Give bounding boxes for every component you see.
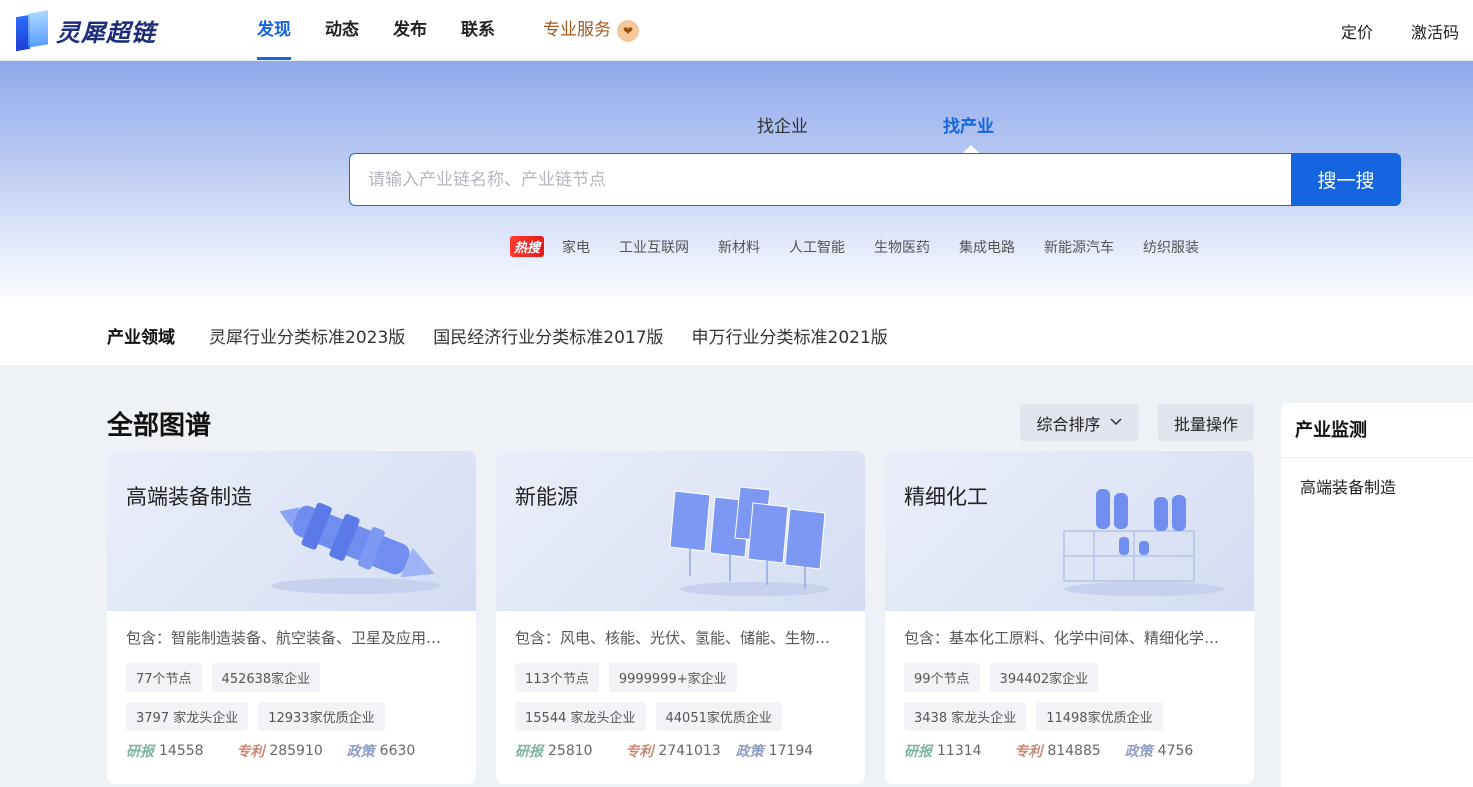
industry-classification-bar: 产业领域 灵犀行业分类标准2023版 国民经济行业分类标准2017版 申万行业分… — [0, 305, 1473, 365]
top-navbar: 灵犀超链 发现 动态 发布 联系 专业服务 ❤ 定价 激活码 — [0, 0, 1473, 61]
card-title: 新能源 — [515, 485, 578, 509]
policies-count: 17194 — [768, 743, 814, 759]
batch-operation-button[interactable]: 批量操作 — [1158, 404, 1254, 441]
search-tabs: 找企业 找产业 — [757, 112, 1129, 153]
classification-item[interactable]: 国民经济行业分类标准2017版 — [433, 323, 663, 348]
hot-search-row: 热搜 家电 工业互联网 新材料 人工智能 生物医药 集成电路 新能源汽车 纺织服… — [510, 236, 1228, 257]
card-description: 包含：风电、核能、光伏、氢能、储能、生物… — [515, 629, 831, 647]
node-count-chip: 77个节点 — [126, 663, 202, 692]
industry-card[interactable]: 精细化工 包含：基本化工原料、化学中间体、精细化学… 99个节点 394402家… — [885, 451, 1254, 784]
equipment-illustration-icon — [271, 502, 441, 594]
logo-icon — [16, 10, 50, 52]
activation-code-link[interactable]: 激活码 — [1411, 19, 1459, 43]
hot-item[interactable]: 集成电路 — [959, 237, 1015, 257]
node-count-chip: 113个节点 — [515, 663, 599, 692]
quality-count-chip: 44051家优质企业 — [655, 702, 782, 731]
hot-item[interactable]: 工业互联网 — [619, 237, 689, 257]
nav-discover[interactable]: 发现 — [240, 0, 308, 61]
card-header: 新能源 — [496, 451, 865, 611]
industry-monitor-panel: 产业监测 高端装备制造 — [1281, 403, 1473, 787]
patents-count: 2741013 — [658, 743, 721, 759]
card-description: 包含：智能制造装备、航空装备、卫星及应用… — [126, 629, 442, 647]
search-input[interactable] — [349, 153, 1291, 206]
card-title: 精细化工 — [904, 485, 988, 509]
hot-item[interactable]: 生物医药 — [874, 237, 930, 257]
hot-item[interactable]: 人工智能 — [789, 237, 845, 257]
hot-item[interactable]: 纺织服装 — [1143, 237, 1199, 257]
monitor-item[interactable]: 高端装备制造 — [1281, 458, 1473, 498]
leader-count-chip: 15544 家龙头企业 — [515, 702, 646, 731]
card-description: 包含：基本化工原料、化学中间体、精细化学… — [904, 629, 1220, 647]
policies-label: 政策 — [735, 744, 764, 760]
company-count-chip: 9999999+家企业 — [608, 663, 737, 692]
search-box: 搜一搜 — [349, 153, 1401, 206]
chevron-down-icon — [1109, 413, 1123, 432]
quality-count-chip: 11498家优质企业 — [1036, 702, 1163, 731]
classification-item[interactable]: 申万行业分类标准2021版 — [692, 323, 888, 348]
search-button[interactable]: 搜一搜 — [1291, 153, 1401, 206]
section-title: 全部图谱 — [107, 411, 212, 441]
tab-find-company[interactable]: 找企业 — [757, 112, 943, 137]
company-count-chip: 452638家企业 — [211, 663, 321, 692]
card-title: 高端装备制造 — [126, 485, 252, 509]
hero-search-section: 找企业 找产业 搜一搜 热搜 家电 工业互联网 新材料 人工智能 生物医药 集成… — [0, 61, 1473, 305]
policies-label: 政策 — [1124, 744, 1153, 760]
patents-label: 专利 — [236, 744, 265, 760]
card-header: 高端装备制造 — [107, 451, 476, 611]
industry-card[interactable]: 高端装备制造 包含：智能制造装备、航空装备、卫星及应用… 77个节点 45263… — [107, 451, 476, 784]
patents-label: 专利 — [625, 744, 654, 760]
reports-count: 11314 — [937, 743, 982, 759]
nav-pro-label: 专业服务 — [543, 20, 611, 40]
reports-count: 14558 — [159, 743, 204, 759]
patents-count: 285910 — [269, 743, 323, 759]
reports-label: 研报 — [126, 744, 154, 760]
leader-count-chip: 3797 家龙头企业 — [126, 702, 249, 731]
card-header: 精细化工 — [885, 451, 1254, 611]
nav-news[interactable]: 动态 — [308, 0, 376, 61]
policies-count: 4756 — [1157, 743, 1194, 759]
solar-panel-illustration-icon — [669, 486, 830, 596]
patents-count: 814885 — [1047, 743, 1101, 759]
nav-pro-service[interactable]: 专业服务 ❤ — [526, 0, 656, 61]
chemical-plant-illustration-icon — [1063, 489, 1224, 596]
brand-logo[interactable]: 灵犀超链 — [16, 8, 156, 52]
leader-count-chip: 3438 家龙头企业 — [904, 702, 1027, 731]
sort-dropdown[interactable]: 综合排序 — [1020, 404, 1139, 441]
brand-name: 灵犀超链 — [56, 18, 156, 47]
hot-item[interactable]: 家电 — [562, 237, 590, 257]
patents-label: 专利 — [1014, 744, 1043, 760]
quality-count-chip: 12933家优质企业 — [258, 702, 385, 731]
policies-label: 政策 — [346, 744, 375, 760]
company-count-chip: 394402家企业 — [989, 663, 1099, 692]
reports-label: 研报 — [904, 744, 932, 760]
nav-contact[interactable]: 联系 — [444, 0, 512, 61]
sort-label: 综合排序 — [1036, 414, 1101, 434]
side-panel-title: 产业监测 — [1281, 403, 1473, 458]
tab-find-industry[interactable]: 找产业 — [943, 112, 1129, 153]
heart-badge-icon: ❤ — [617, 19, 639, 42]
policies-count: 6630 — [379, 743, 416, 759]
hot-item[interactable]: 新能源汽车 — [1044, 237, 1114, 257]
industry-card[interactable]: 新能源 包含：风电、核能、光伏、氢能、储能、生物… 113个节点 9999999… — [496, 451, 865, 784]
pricing-link[interactable]: 定价 — [1341, 19, 1373, 43]
nav-publish[interactable]: 发布 — [376, 0, 444, 61]
reports-count: 25810 — [548, 743, 593, 759]
main-nav: 发现 动态 发布 联系 专业服务 ❤ — [240, 0, 656, 61]
reports-label: 研报 — [515, 744, 543, 760]
node-count-chip: 99个节点 — [904, 663, 980, 692]
classification-item[interactable]: 灵犀行业分类标准2023版 — [209, 323, 405, 348]
hot-item[interactable]: 新材料 — [718, 237, 760, 257]
hot-search-badge: 热搜 — [510, 236, 545, 257]
top-right-links: 定价 激活码 — [1341, 0, 1459, 61]
classification-label[interactable]: 产业领域 — [107, 323, 175, 348]
